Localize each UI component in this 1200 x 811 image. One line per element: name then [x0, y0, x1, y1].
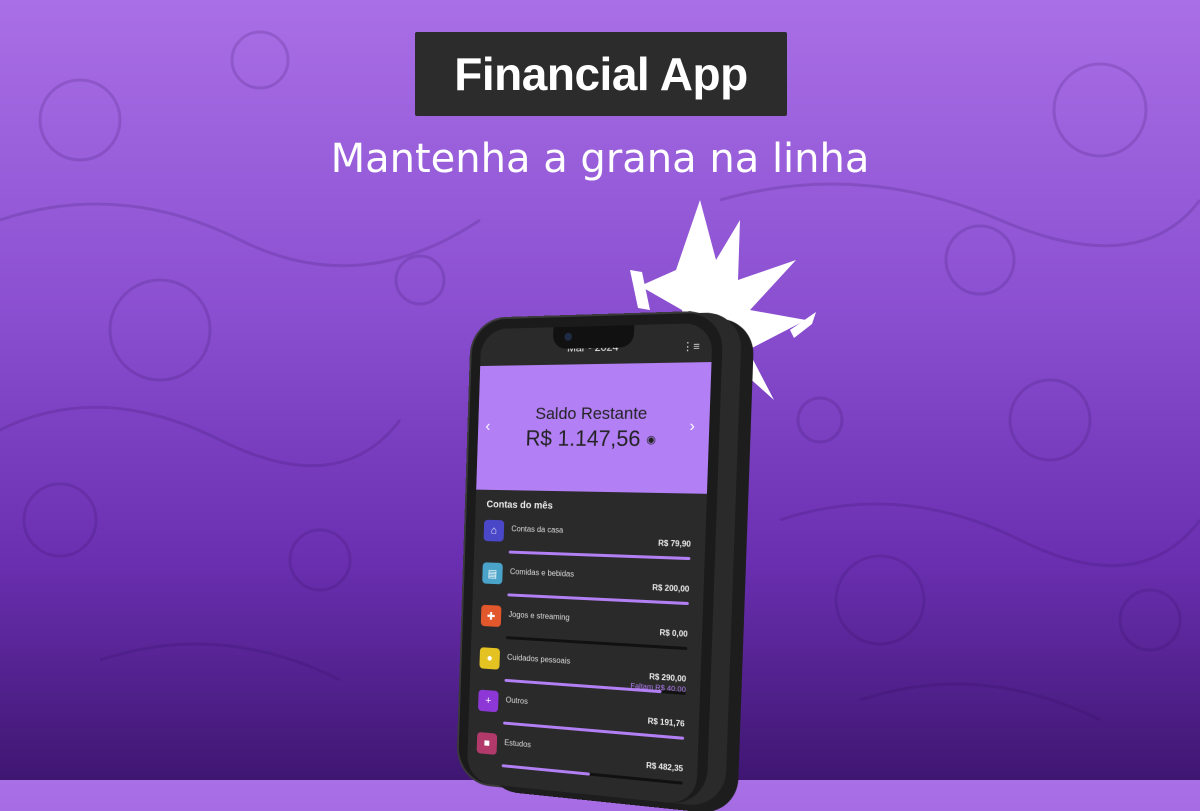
balance-amount: R$ 1.147,56 ◉	[525, 426, 656, 452]
balance-label: Saldo Restante	[535, 404, 648, 424]
food-icon: ▤	[482, 562, 503, 584]
phone-screen: Mar - 2024 ⋮≡ ‹ Saldo Restante R$ 1.147,…	[467, 323, 713, 806]
eye-icon[interactable]: ◉	[646, 432, 656, 445]
bill-label: Jogos e streaming	[508, 610, 569, 622]
home-icon: ⌂	[484, 520, 505, 542]
filter-menu-icon[interactable]: ⋮≡	[682, 340, 700, 354]
bill-label: Comidas e bebidas	[510, 567, 574, 578]
camera-icon	[564, 333, 572, 341]
bill-value: R$ 0,00	[659, 628, 688, 639]
bill-value: R$ 191,76	[647, 716, 684, 728]
bills-list: ⌂ Contas da casa R$ 79,90 ▤ Comidas e bebida…	[467, 514, 706, 790]
bill-value: R$ 200,00	[652, 583, 689, 594]
phone-notch	[553, 325, 635, 349]
balance-value: R$ 1.147,56	[525, 426, 641, 452]
bill-value: R$ 482,35	[646, 761, 683, 774]
person-icon: ●	[479, 647, 500, 670]
bill-label: Cuidados pessoais	[507, 653, 570, 666]
bill-label: Outros	[506, 695, 528, 705]
bill-label: Estudos	[504, 738, 531, 749]
plus-icon: +	[478, 690, 499, 713]
gamepad-icon: ✚	[481, 605, 502, 627]
balance-card: ‹ Saldo Restante R$ 1.147,56 ◉ ›	[476, 362, 711, 494]
book-icon: ■	[477, 732, 498, 755]
bill-label: Contas da casa	[511, 524, 563, 534]
page-title: Financial App	[454, 47, 747, 101]
title-banner: Financial App	[415, 32, 787, 116]
phone-body: Mar - 2024 ⋮≡ ‹ Saldo Restante R$ 1.147,…	[458, 312, 724, 806]
page-subtitle: Mantenha a grana na linha	[0, 136, 1200, 182]
bill-value: R$ 79,90	[658, 539, 691, 549]
bill-progress-fill	[502, 764, 590, 775]
phone-mockup: Mar - 2024 ⋮≡ ‹ Saldo Restante R$ 1.147,…	[458, 311, 766, 811]
previous-month-chevron-icon[interactable]: ‹	[485, 418, 490, 435]
next-month-chevron-icon[interactable]: ›	[689, 418, 695, 436]
